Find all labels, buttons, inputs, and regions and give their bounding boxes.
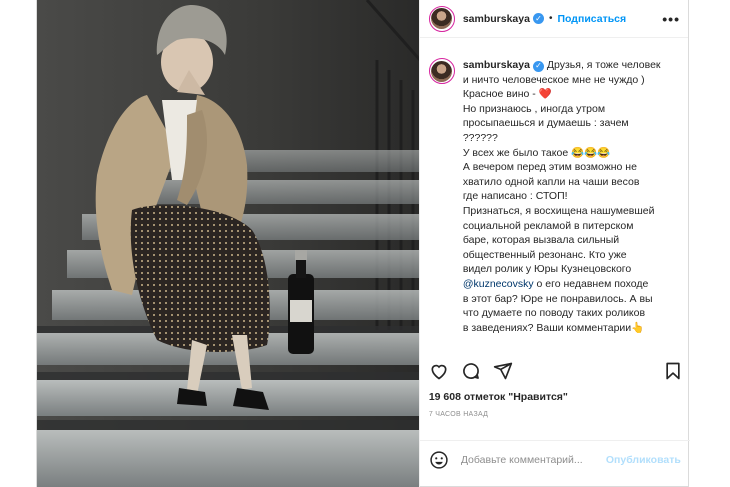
- comment-input[interactable]: [460, 453, 599, 466]
- verified-badge-icon: ✓: [532, 13, 544, 24]
- post-actions: [429, 360, 683, 382]
- caption-text: samburskaya ✓ Друзья, я тоже человек и ни…: [463, 58, 683, 335]
- heart-icon[interactable]: [429, 361, 449, 381]
- post-header: samburskaya ✓ • Подписаться •••: [419, 0, 688, 38]
- comment-bar: Опубликовать: [419, 440, 690, 478]
- post-photo[interactable]: [37, 0, 419, 487]
- author-avatar[interactable]: [428, 5, 455, 32]
- share-icon[interactable]: [493, 361, 513, 381]
- follow-button[interactable]: Подписаться: [557, 13, 626, 25]
- mention-link[interactable]: @kuznecovsky: [463, 278, 534, 290]
- post-timestamp[interactable]: 7 часов назад: [429, 411, 488, 418]
- comment-icon[interactable]: [461, 361, 481, 381]
- emoji-icon[interactable]: [429, 450, 449, 470]
- instagram-post: samburskaya ✓ • Подписаться ••• sambursk…: [36, 0, 690, 487]
- author-username[interactable]: samburskaya: [463, 13, 530, 25]
- post-caption: samburskaya ✓ Друзья, я тоже человек и ни…: [428, 58, 683, 335]
- caption-verified-badge-icon: ✓: [532, 60, 544, 72]
- caption-first-line: Друзья, я тоже человек: [546, 59, 661, 71]
- caption-author-avatar[interactable]: [428, 58, 455, 84]
- likes-count[interactable]: 19 608 отметок "Нравится": [429, 391, 568, 403]
- separator-dot: •: [548, 13, 553, 24]
- more-options-icon[interactable]: •••: [662, 11, 680, 27]
- publish-button[interactable]: Опубликовать: [606, 454, 681, 466]
- caption-username[interactable]: samburskaya: [463, 59, 530, 71]
- post-sidebar: samburskaya ✓ • Подписаться ••• sambursk…: [418, 0, 690, 487]
- bookmark-icon[interactable]: [663, 361, 683, 381]
- photo-woman-on-stairs: [37, 0, 419, 487]
- caption-body: и ничто человеческое мне не чуждо ) Крас…: [462, 73, 655, 276]
